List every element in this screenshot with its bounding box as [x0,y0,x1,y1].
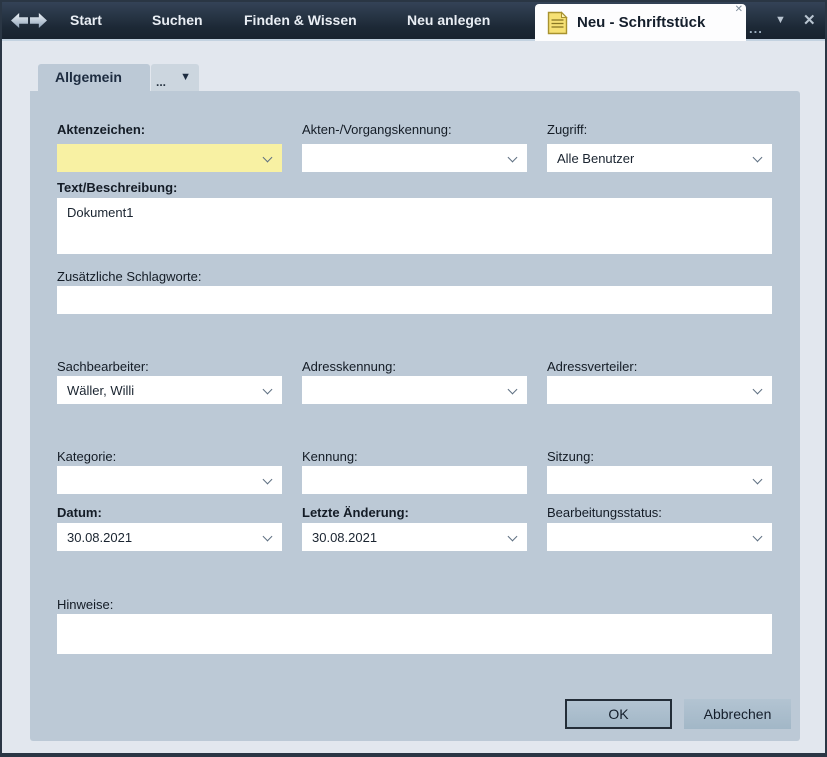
adresskennung-combobox[interactable] [302,376,527,404]
form-panel: Aktenzeichen: Akten-/Vorgangskennung: Zu… [30,91,800,741]
tab-neu-schriftstueck[interactable]: Neu - Schriftstück ✕ [535,4,746,41]
label-zusaetzliche-schlagworte: Zusätzliche Schlagworte: [57,269,202,284]
ribbon-tab-bar: Start Suchen Finden & Wissen Neu anlegen… [2,2,825,41]
kategorie-combobox[interactable] [57,466,282,494]
tab-suchen[interactable]: Suchen [152,2,203,39]
aktenzeichen-combobox[interactable] [57,144,282,172]
kennung-input[interactable] [302,466,527,494]
ok-button[interactable]: OK [565,699,672,729]
zusaetzliche-schlagworte-input[interactable] [57,286,772,314]
bearbeitungsstatus-combobox[interactable] [547,523,772,551]
tab-list-dropdown-icon[interactable]: ▼ [775,14,786,26]
akten-vorgangskennung-combobox[interactable] [302,144,527,172]
chevron-down-icon [263,532,273,542]
label-zugriff: Zugriff: [547,122,587,137]
tab-close-icon[interactable]: ✕ [735,4,743,16]
tab-start[interactable]: Start [70,2,102,39]
chevron-down-icon [263,475,273,485]
tab-finden-wissen[interactable]: Finden & Wissen [244,2,357,39]
tab-more[interactable]: ... ▼ [151,64,199,91]
label-adresskennung: Adresskennung: [302,359,396,374]
abbrechen-button[interactable]: Abbrechen [684,699,791,729]
letzte-aenderung-value: 30.08.2021 [312,530,377,545]
nav-arrows [11,13,47,28]
label-sachbearbeiter: Sachbearbeiter: [57,359,149,374]
chevron-down-icon [753,475,763,485]
label-sitzung: Sitzung: [547,449,594,464]
adressverteiler-combobox[interactable] [547,376,772,404]
datum-value: 30.08.2021 [67,530,132,545]
sachbearbeiter-combobox[interactable]: Wäller, Willi [57,376,282,404]
label-kennung: Kennung: [302,449,358,464]
text-beschreibung-textarea[interactable]: Dokument1 [57,198,772,254]
chevron-down-icon [263,153,273,163]
app-window: Start Suchen Finden & Wissen Neu anlegen… [0,0,827,757]
more-tabs-dropdown-icon: ▼ [180,71,191,83]
chevron-down-icon [753,153,763,163]
chevron-down-icon [508,385,518,395]
sachbearbeiter-value: Wäller, Willi [67,383,134,398]
chevron-down-icon [753,532,763,542]
zugriff-value: Alle Benutzer [557,151,634,166]
active-tab-label: Neu - Schriftstück [577,14,705,31]
tab-neu-anlegen[interactable]: Neu anlegen [407,2,490,39]
note-document-icon [547,11,568,35]
chevron-down-icon [753,385,763,395]
zugriff-combobox[interactable]: Alle Benutzer [547,144,772,172]
label-letzte-aenderung: Letzte Änderung: [302,505,409,520]
form-tabstrip: Allgemein ... ▼ [38,64,199,91]
sitzung-combobox[interactable] [547,466,772,494]
label-adressverteiler: Adressverteiler: [547,359,637,374]
close-icon[interactable]: ✕ [803,11,816,29]
label-text-beschreibung: Text/Beschreibung: [57,180,177,195]
more-tabs-ellipsis-icon: ... [156,75,166,89]
datum-combobox[interactable]: 30.08.2021 [57,523,282,551]
label-akten-vorgangskennung: Akten-/Vorgangskennung: [302,122,452,137]
label-bearbeitungsstatus: Bearbeitungsstatus: [547,505,662,520]
label-aktenzeichen: Aktenzeichen: [57,122,145,137]
tab-allgemein[interactable]: Allgemein [38,64,150,91]
hinweise-textarea[interactable] [57,614,772,654]
label-kategorie: Kategorie: [57,449,116,464]
letzte-aenderung-combobox[interactable]: 30.08.2021 [302,523,527,551]
label-hinweise: Hinweise: [57,597,113,612]
tab-overflow-ellipsis[interactable]: ... [749,21,763,36]
back-icon[interactable] [11,13,28,28]
chevron-down-icon [263,385,273,395]
label-datum: Datum: [57,505,102,520]
chevron-down-icon [508,153,518,163]
chevron-down-icon [508,532,518,542]
forward-icon[interactable] [30,13,47,28]
